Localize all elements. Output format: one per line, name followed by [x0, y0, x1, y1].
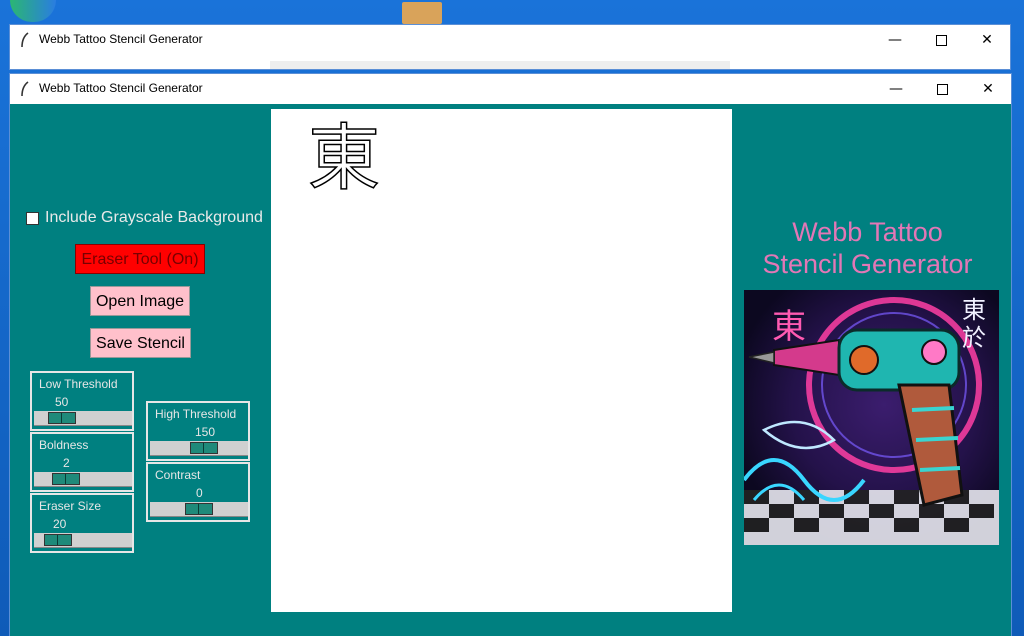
eraser-size-slider[interactable]: Eraser Size 20	[30, 493, 134, 553]
edge-desktop-icon[interactable]	[10, 0, 56, 22]
grayscale-checkbox-row[interactable]: Include Grayscale Background	[26, 209, 263, 227]
slider-value: 20	[53, 517, 67, 531]
close-button[interactable]: ✕	[965, 74, 1011, 104]
main-window[interactable]: Webb Tattoo Stencil Generator — ✕ Includ…	[10, 74, 1011, 636]
branding-line-1: Webb Tattoo	[792, 217, 943, 247]
close-button[interactable]: ✕	[964, 25, 1010, 55]
open-image-button[interactable]: Open Image	[90, 286, 190, 316]
slider-value: 0	[196, 486, 203, 500]
back-window[interactable]: Webb Tattoo Stencil Generator — ✕	[10, 25, 1010, 69]
package-desktop-icon[interactable]	[402, 2, 442, 24]
main-window-titlebar[interactable]: Webb Tattoo Stencil Generator — ✕	[10, 74, 1011, 104]
slider-track[interactable]	[34, 472, 132, 487]
close-icon: ✕	[982, 81, 994, 97]
slider-label: High Threshold	[155, 407, 237, 421]
minimize-icon: —	[889, 81, 903, 97]
slider-label: Contrast	[155, 468, 201, 482]
slider-value: 150	[195, 425, 216, 439]
slider-track[interactable]	[150, 502, 248, 517]
main-window-title: Webb Tattoo Stencil Generator	[39, 81, 203, 95]
app-branding-title: Webb Tattoo Stencil Generator	[745, 216, 990, 280]
tattoo-machine-poster-image: 東 東 於	[744, 290, 999, 545]
slider-track[interactable]	[150, 441, 248, 456]
poster-glyph-right-bottom: 於	[962, 324, 986, 352]
maximize-icon	[936, 83, 948, 95]
boldness-slider[interactable]: Boldness 2	[30, 432, 134, 492]
slider-value: 50	[55, 395, 69, 409]
slider-value: 2	[63, 456, 70, 470]
slider-thumb[interactable]	[48, 412, 76, 424]
maximize-icon	[935, 34, 947, 46]
feather-icon	[21, 81, 29, 97]
grayscale-checkbox-label[interactable]: Include Grayscale Background	[45, 209, 263, 227]
high-threshold-slider[interactable]: High Threshold 150	[146, 401, 250, 461]
save-stencil-button[interactable]: Save Stencil	[90, 328, 191, 358]
slider-thumb[interactable]	[185, 503, 213, 515]
poster-art: 東 東 於	[744, 290, 999, 545]
slider-thumb[interactable]	[190, 442, 218, 454]
minimize-button[interactable]: —	[873, 74, 919, 104]
slider-track[interactable]	[34, 533, 132, 548]
maximize-button[interactable]	[918, 25, 964, 55]
slider-label: Boldness	[39, 438, 89, 452]
grayscale-checkbox[interactable]	[26, 211, 39, 225]
minimize-button[interactable]: —	[872, 25, 918, 55]
low-threshold-slider[interactable]: Low Threshold 50	[30, 371, 134, 431]
maximize-button[interactable]	[919, 74, 965, 104]
branding-line-2: Stencil Generator	[762, 249, 973, 279]
stencil-canvas[interactable]: 東	[271, 109, 732, 612]
close-icon: ✕	[981, 32, 993, 48]
slider-label: Low Threshold	[39, 377, 118, 391]
back-window-title: Webb Tattoo Stencil Generator	[39, 32, 203, 46]
contrast-slider[interactable]: Contrast 0	[146, 462, 250, 522]
slider-thumb[interactable]	[52, 473, 80, 485]
app-client-area: Include Grayscale Background Eraser Tool…	[10, 104, 1011, 636]
stencil-glyph: 東	[307, 116, 381, 200]
poster-glyph-left: 東	[772, 307, 806, 347]
slider-label: Eraser Size	[39, 499, 102, 513]
eraser-tool-button[interactable]: Eraser Tool (On)	[75, 244, 205, 274]
minimize-icon: —	[888, 32, 902, 48]
poster-glyph-right-top: 東	[962, 296, 986, 324]
feather-icon	[21, 32, 29, 48]
slider-track[interactable]	[34, 411, 132, 426]
slider-thumb[interactable]	[44, 534, 72, 546]
back-window-titlebar[interactable]: Webb Tattoo Stencil Generator — ✕	[10, 25, 1010, 55]
back-window-content-strip	[270, 61, 730, 69]
